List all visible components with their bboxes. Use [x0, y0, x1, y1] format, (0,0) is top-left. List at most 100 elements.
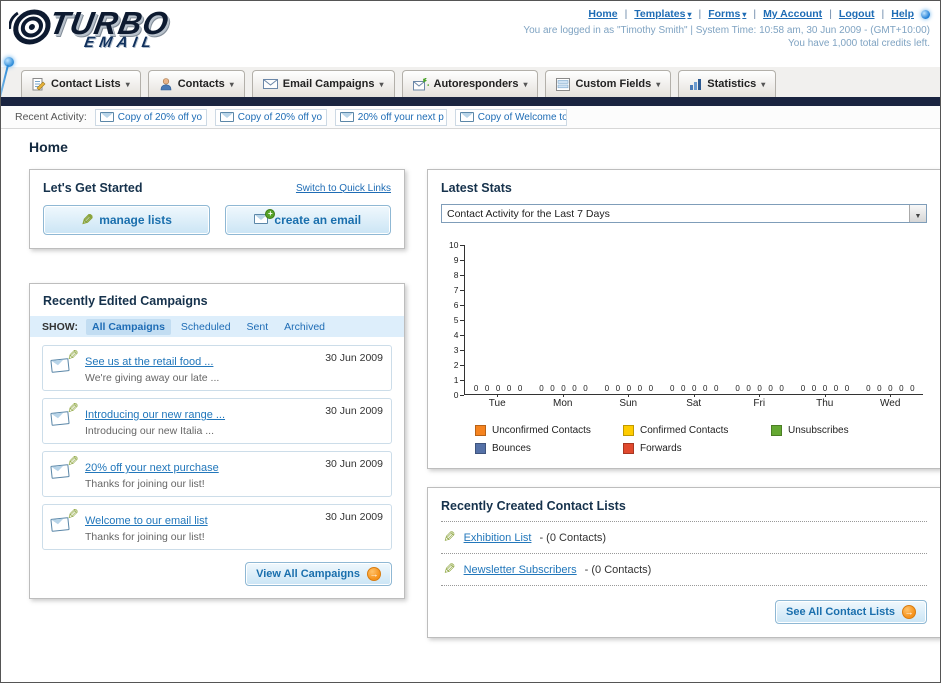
- chevron-down-icon: [379, 78, 383, 90]
- x-axis-label: Thu: [792, 394, 858, 409]
- x-axis-label: Tue: [464, 394, 530, 409]
- bar-group: 00000: [596, 384, 661, 394]
- nav-link-my-account[interactable]: My Account: [746, 8, 822, 20]
- switch-quick-links-link[interactable]: Switch to Quick Links: [296, 183, 391, 194]
- y-axis-tick: 8: [449, 270, 465, 280]
- tab-contacts[interactable]: Contacts: [147, 70, 245, 97]
- recent-activity-item[interactable]: 20% off your next p: [334, 108, 447, 126]
- arrow-right-icon: [367, 567, 381, 581]
- campaigns-title: Recently Edited Campaigns: [43, 294, 208, 308]
- bar-value-label: 0: [844, 384, 850, 393]
- recently-edited-campaigns-panel: Recently Edited Campaigns SHOW: All Camp…: [29, 283, 405, 599]
- tab-contact-lists[interactable]: Contact Lists: [21, 70, 141, 97]
- campaign-date: 30 Jun 2009: [325, 511, 383, 523]
- legend-label: Unconfirmed Contacts: [492, 425, 591, 436]
- contact-list-name[interactable]: Exhibition List: [464, 532, 532, 544]
- recent-activity-label: Recent Activity:: [15, 111, 87, 123]
- tab-label: Email Campaigns: [282, 78, 375, 90]
- bar-value-label: 0: [822, 384, 828, 393]
- y-axis-tick: 2: [449, 360, 465, 370]
- pencil-icon: [443, 562, 456, 577]
- envelope-icon: [219, 112, 234, 122]
- stats-period-dropdown[interactable]: Contact Activity for the Last 7 Days: [441, 204, 927, 223]
- legend-item: Unconfirmed Contacts: [475, 425, 623, 436]
- bar-value-label: 0: [539, 384, 544, 393]
- bar-value-label: 0: [572, 384, 577, 393]
- bar-value-label: 0: [877, 384, 882, 393]
- bar-value-label: 0: [888, 384, 893, 393]
- bar-value-label: 0: [473, 384, 479, 393]
- filter-all-campaigns[interactable]: All Campaigns: [85, 318, 171, 335]
- create-email-button[interactable]: create an email: [224, 205, 391, 235]
- nav-link-forms[interactable]: Forms: [691, 8, 746, 20]
- contact-list-row[interactable]: Exhibition List - (0 Contacts): [441, 522, 927, 554]
- legend-label: Bounces: [492, 443, 531, 454]
- campaign-title[interactable]: 20% off your next purchase: [85, 462, 219, 474]
- campaign-title[interactable]: Welcome to our email list: [85, 515, 208, 527]
- contact-list-name[interactable]: Newsletter Subscribers: [464, 564, 577, 576]
- chart-legend: Unconfirmed Contacts Confirmed Contacts Un…: [475, 425, 927, 454]
- campaign-title[interactable]: See us at the retail food ...: [85, 356, 213, 368]
- legend-swatch: [475, 425, 486, 436]
- recent-activity-item[interactable]: Copy of Welcome to: [454, 108, 567, 126]
- show-label: SHOW:: [42, 320, 78, 333]
- chevron-down-icon: [230, 78, 234, 90]
- filter-archived[interactable]: Archived: [278, 319, 331, 335]
- bar-value-label: 0: [779, 384, 784, 393]
- x-axis-label: Fri: [726, 394, 792, 409]
- get-started-title: Let's Get Started: [43, 181, 143, 195]
- tab-statistics[interactable]: Statistics: [678, 70, 777, 97]
- campaign-date: 30 Jun 2009: [325, 352, 383, 364]
- nav-link-templates[interactable]: Templates: [618, 8, 691, 20]
- legend-label: Confirmed Contacts: [640, 425, 729, 436]
- y-axis-tick: 7: [449, 285, 465, 295]
- envelope-icon: [99, 112, 114, 122]
- bar-value-label: 0: [866, 384, 871, 393]
- nav-link-logout[interactable]: Logout: [822, 8, 875, 20]
- logo-text: TURBO EMAIL: [45, 5, 172, 51]
- tab-autoresponders[interactable]: Autoresponders: [401, 70, 539, 97]
- logo-subtitle: EMAIL: [82, 34, 158, 51]
- arrow-right-icon: [902, 605, 916, 619]
- view-all-campaigns-label: View All Campaigns: [256, 568, 360, 580]
- campaign-title[interactable]: Introducing our new range ...: [85, 409, 225, 421]
- filter-sent[interactable]: Sent: [241, 319, 275, 335]
- manage-lists-button[interactable]: manage lists: [43, 205, 210, 235]
- credits-info: You have 1,000 total credits left.: [788, 38, 930, 49]
- recent-activity-item[interactable]: Copy of 20% off yo: [214, 108, 327, 126]
- y-axis-tick: 6: [449, 300, 465, 310]
- stats-period-value: Contact Activity for the Last 7 Days: [447, 207, 610, 220]
- tab-email-campaigns[interactable]: Email Campaigns: [251, 70, 395, 97]
- manage-lists-label: manage lists: [99, 213, 172, 227]
- campaign-date: 30 Jun 2009: [325, 405, 383, 417]
- contact-list-row[interactable]: Newsletter Subscribers - (0 Contacts): [441, 554, 927, 586]
- nav-link-help[interactable]: Help: [875, 8, 914, 20]
- filter-scheduled[interactable]: Scheduled: [175, 319, 237, 335]
- custom-fields-icon: [556, 77, 571, 91]
- bar-value-label: 0: [626, 384, 632, 393]
- bar-group: 00000: [531, 384, 596, 394]
- legend-swatch: [623, 443, 634, 454]
- bar-group: 00000: [465, 384, 530, 394]
- header-right: Home Templates Forms My Account Logout H…: [523, 1, 940, 67]
- nav-link-home[interactable]: Home: [588, 8, 617, 20]
- logo[interactable]: TURBO EMAIL: [9, 5, 172, 67]
- bar-value-label: 0: [768, 384, 773, 393]
- bar-value-label: 0: [484, 384, 490, 393]
- see-all-contact-lists-button[interactable]: See All Contact Lists: [774, 600, 927, 624]
- tab-custom-fields[interactable]: Custom Fields: [545, 70, 672, 97]
- view-all-campaigns-button[interactable]: View All Campaigns: [245, 562, 392, 586]
- campaign-row[interactable]: Welcome to our email list Thanks for join…: [42, 504, 392, 550]
- campaign-row[interactable]: See us at the retail food ... We're givin…: [42, 345, 392, 391]
- envelope-icon: [459, 112, 474, 122]
- recent-activity-item[interactable]: Copy of 20% off yo: [94, 108, 207, 126]
- bar-value-label: 0: [910, 384, 915, 393]
- bar-group: 00000: [792, 384, 857, 394]
- campaign-row[interactable]: Introducing our new range ... Introducing…: [42, 398, 392, 444]
- campaign-row[interactable]: 20% off your next purchase Thanks for joi…: [42, 451, 392, 497]
- chevron-down-icon: [656, 78, 660, 90]
- latest-stats-panel: Latest Stats Contact Activity for the La…: [427, 169, 940, 469]
- legend-label: Unsubscribes: [788, 425, 849, 436]
- tab-label: Custom Fields: [575, 78, 652, 90]
- bar-value-label: 0: [899, 384, 904, 393]
